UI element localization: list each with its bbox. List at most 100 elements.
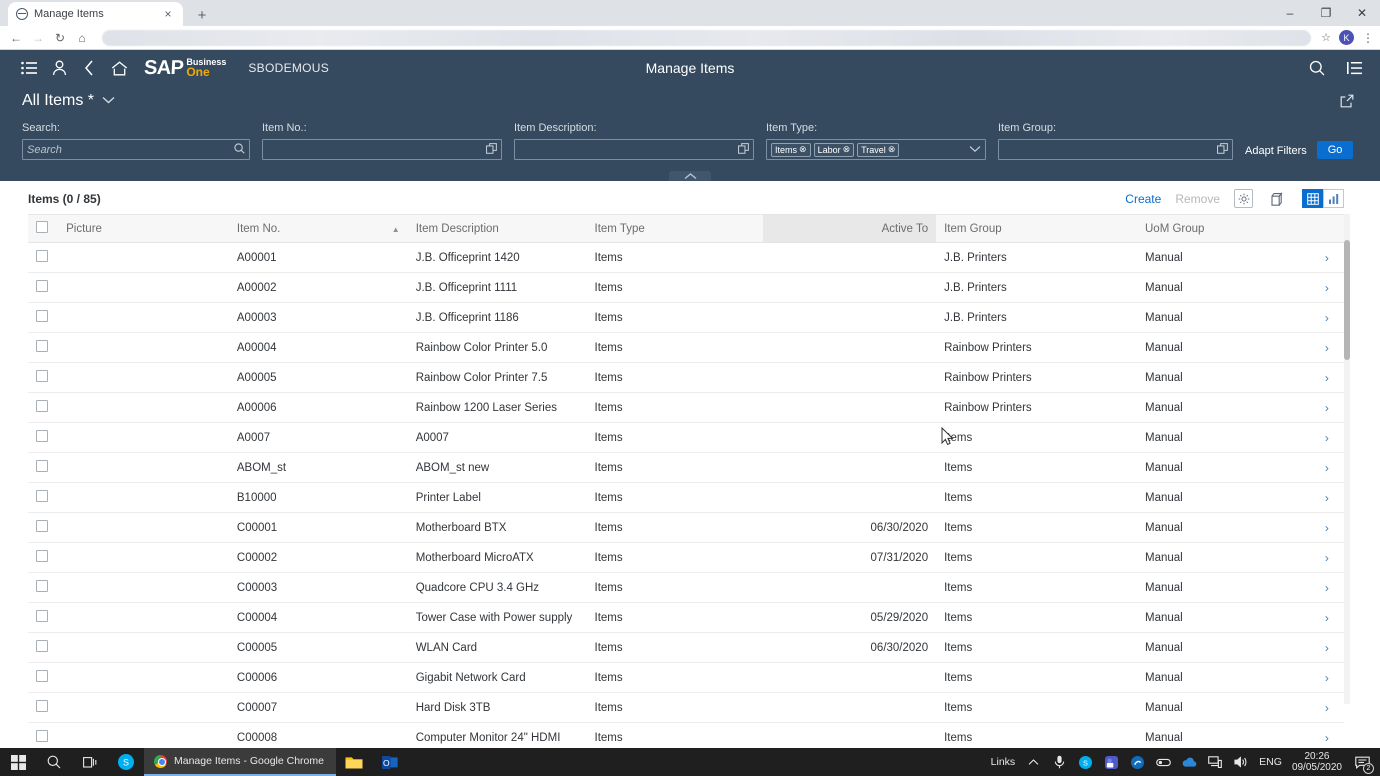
- row-navigate-icon[interactable]: ›: [1309, 662, 1344, 693]
- row-navigate-icon[interactable]: ›: [1309, 332, 1344, 363]
- row-navigate-icon[interactable]: ›: [1309, 692, 1344, 723]
- row-checkbox[interactable]: [36, 250, 48, 262]
- share-icon[interactable]: [1340, 94, 1354, 113]
- chart-view-icon[interactable]: [1323, 189, 1344, 208]
- back-icon[interactable]: ←: [6, 28, 26, 48]
- row-navigate-icon[interactable]: ›: [1309, 242, 1344, 273]
- row-navigate-icon[interactable]: ›: [1309, 302, 1344, 333]
- select-all-checkbox[interactable]: [36, 221, 48, 233]
- table-row[interactable]: C00004 Tower Case with Power supply Items 0…: [28, 602, 1344, 633]
- column-header-uom-group[interactable]: UoM Group: [1137, 214, 1310, 243]
- search-icon[interactable]: [1302, 53, 1332, 83]
- table-row[interactable]: A00005 Rainbow Color Printer 7.5 Items Rain…: [28, 362, 1344, 393]
- row-navigate-icon[interactable]: ›: [1309, 422, 1344, 453]
- token-remove-icon[interactable]: ⊗: [843, 144, 851, 155]
- token-labor[interactable]: Labor ⊗: [813, 142, 855, 157]
- chevron-down-icon[interactable]: [102, 95, 115, 107]
- row-navigate-icon[interactable]: ›: [1309, 452, 1344, 483]
- item-no-input[interactable]: [267, 143, 483, 156]
- table-row[interactable]: A00006 Rainbow 1200 Laser Series Items Rain…: [28, 392, 1344, 423]
- row-checkbox[interactable]: [36, 400, 48, 412]
- row-navigate-icon[interactable]: ›: [1309, 542, 1344, 573]
- search-input[interactable]: [27, 143, 231, 156]
- minimize-button[interactable]: –: [1272, 0, 1308, 26]
- adapt-filters-button[interactable]: Adapt Filters: [1245, 145, 1307, 157]
- row-navigate-icon[interactable]: ›: [1309, 392, 1344, 423]
- taskbar-app-chrome[interactable]: Manage Items - Google Chrome: [144, 748, 336, 776]
- row-navigate-icon[interactable]: ›: [1309, 512, 1344, 543]
- browser-tab[interactable]: Manage Items ×: [8, 2, 183, 26]
- home-icon[interactable]: ⌂: [72, 28, 92, 48]
- browser-tray-icon[interactable]: [1129, 755, 1145, 769]
- row-checkbox[interactable]: [36, 670, 48, 682]
- row-checkbox[interactable]: [36, 520, 48, 532]
- window-close-button[interactable]: ✕: [1344, 0, 1380, 26]
- column-header-active-to[interactable]: Active To: [763, 214, 937, 243]
- outlook-icon[interactable]: O: [372, 748, 408, 776]
- teams-icon[interactable]: [1103, 755, 1119, 769]
- gear-icon[interactable]: [1234, 189, 1253, 208]
- close-icon[interactable]: ×: [161, 8, 175, 20]
- row-checkbox[interactable]: [36, 700, 48, 712]
- list-icon[interactable]: [14, 53, 44, 83]
- person-icon[interactable]: [44, 53, 74, 83]
- table-row[interactable]: C00003 Quadcore CPU 3.4 GHz Items Items Manu…: [28, 572, 1344, 603]
- column-header-item-type[interactable]: Item Type: [586, 214, 764, 243]
- value-help-icon[interactable]: [738, 142, 749, 157]
- row-navigate-icon[interactable]: ›: [1309, 482, 1344, 513]
- table-row[interactable]: C00002 Motherboard MicroATX Items 07/31/202…: [28, 542, 1344, 573]
- chevron-left-icon[interactable]: [74, 53, 104, 83]
- value-help-icon[interactable]: [1217, 142, 1228, 157]
- menu-lines-icon[interactable]: [1340, 53, 1370, 83]
- grid-view-icon[interactable]: [1302, 189, 1323, 208]
- table-row[interactable]: A00003 J.B. Officeprint 1186 Items J.B. Pri…: [28, 302, 1344, 333]
- row-checkbox[interactable]: [36, 430, 48, 442]
- taskbar-clock[interactable]: 20:26 09/05/2020: [1292, 751, 1342, 774]
- item-type-multi-select[interactable]: Items ⊗ Labor ⊗ Travel ⊗: [766, 139, 986, 160]
- forward-icon[interactable]: →: [28, 28, 48, 48]
- item-group-input[interactable]: [1003, 143, 1214, 156]
- search-icon[interactable]: [36, 748, 72, 776]
- search-icon[interactable]: [234, 142, 245, 157]
- item-description-input[interactable]: [519, 143, 735, 156]
- row-checkbox[interactable]: [36, 730, 48, 742]
- table-row[interactable]: B10000 Printer Label Items Items Manual ›: [28, 482, 1344, 513]
- token-remove-icon[interactable]: ⊗: [888, 144, 896, 155]
- row-navigate-icon[interactable]: ›: [1309, 572, 1344, 603]
- windows-start-icon[interactable]: [0, 748, 36, 776]
- language-indicator[interactable]: ENG: [1259, 756, 1282, 768]
- row-checkbox[interactable]: [36, 460, 48, 472]
- value-help-icon[interactable]: [486, 142, 497, 157]
- create-button[interactable]: Create: [1125, 192, 1161, 206]
- microphone-icon[interactable]: [1051, 755, 1067, 769]
- row-navigate-icon[interactable]: ›: [1309, 272, 1344, 303]
- table-scrollbar[interactable]: [1344, 214, 1350, 704]
- table-row[interactable]: A0007 A0007 Items Items Manual ›: [28, 422, 1344, 453]
- table-row[interactable]: C00005 WLAN Card Items 06/30/2020 Items Manua…: [28, 632, 1344, 663]
- table-scrollbar-thumb[interactable]: [1344, 240, 1350, 360]
- row-checkbox[interactable]: [36, 610, 48, 622]
- task-view-icon[interactable]: [72, 748, 108, 776]
- row-checkbox[interactable]: [36, 370, 48, 382]
- bookmark-star-icon[interactable]: ☆: [1321, 31, 1331, 44]
- table-row[interactable]: C00007 Hard Disk 3TB Items Items Manual ›: [28, 692, 1344, 723]
- notification-center-icon[interactable]: 2: [1352, 752, 1374, 774]
- file-explorer-icon[interactable]: [336, 748, 372, 776]
- address-bar[interactable]: [102, 29, 1312, 46]
- volume-icon[interactable]: [1233, 756, 1249, 768]
- row-checkbox[interactable]: [36, 640, 48, 652]
- row-navigate-icon[interactable]: ›: [1309, 362, 1344, 393]
- column-header-picture[interactable]: Picture: [58, 214, 229, 243]
- token-remove-icon[interactable]: ⊗: [799, 144, 807, 155]
- column-header-item-description[interactable]: Item Description: [407, 214, 587, 243]
- onedrive-icon[interactable]: [1181, 757, 1197, 768]
- table-row[interactable]: C00006 Gigabit Network Card Items Items Manu…: [28, 662, 1344, 693]
- browser-menu-icon[interactable]: ⋮: [1362, 31, 1374, 45]
- reload-icon[interactable]: ↻: [50, 28, 70, 48]
- column-header-item-group[interactable]: Item Group: [936, 214, 1137, 243]
- column-header-item-no[interactable]: Item No. ▲: [228, 214, 408, 243]
- export-icon[interactable]: [1267, 189, 1286, 208]
- skype-tray-icon[interactable]: S: [1077, 755, 1093, 769]
- view-title[interactable]: All Items *: [22, 92, 94, 110]
- network-icon[interactable]: [1207, 756, 1223, 768]
